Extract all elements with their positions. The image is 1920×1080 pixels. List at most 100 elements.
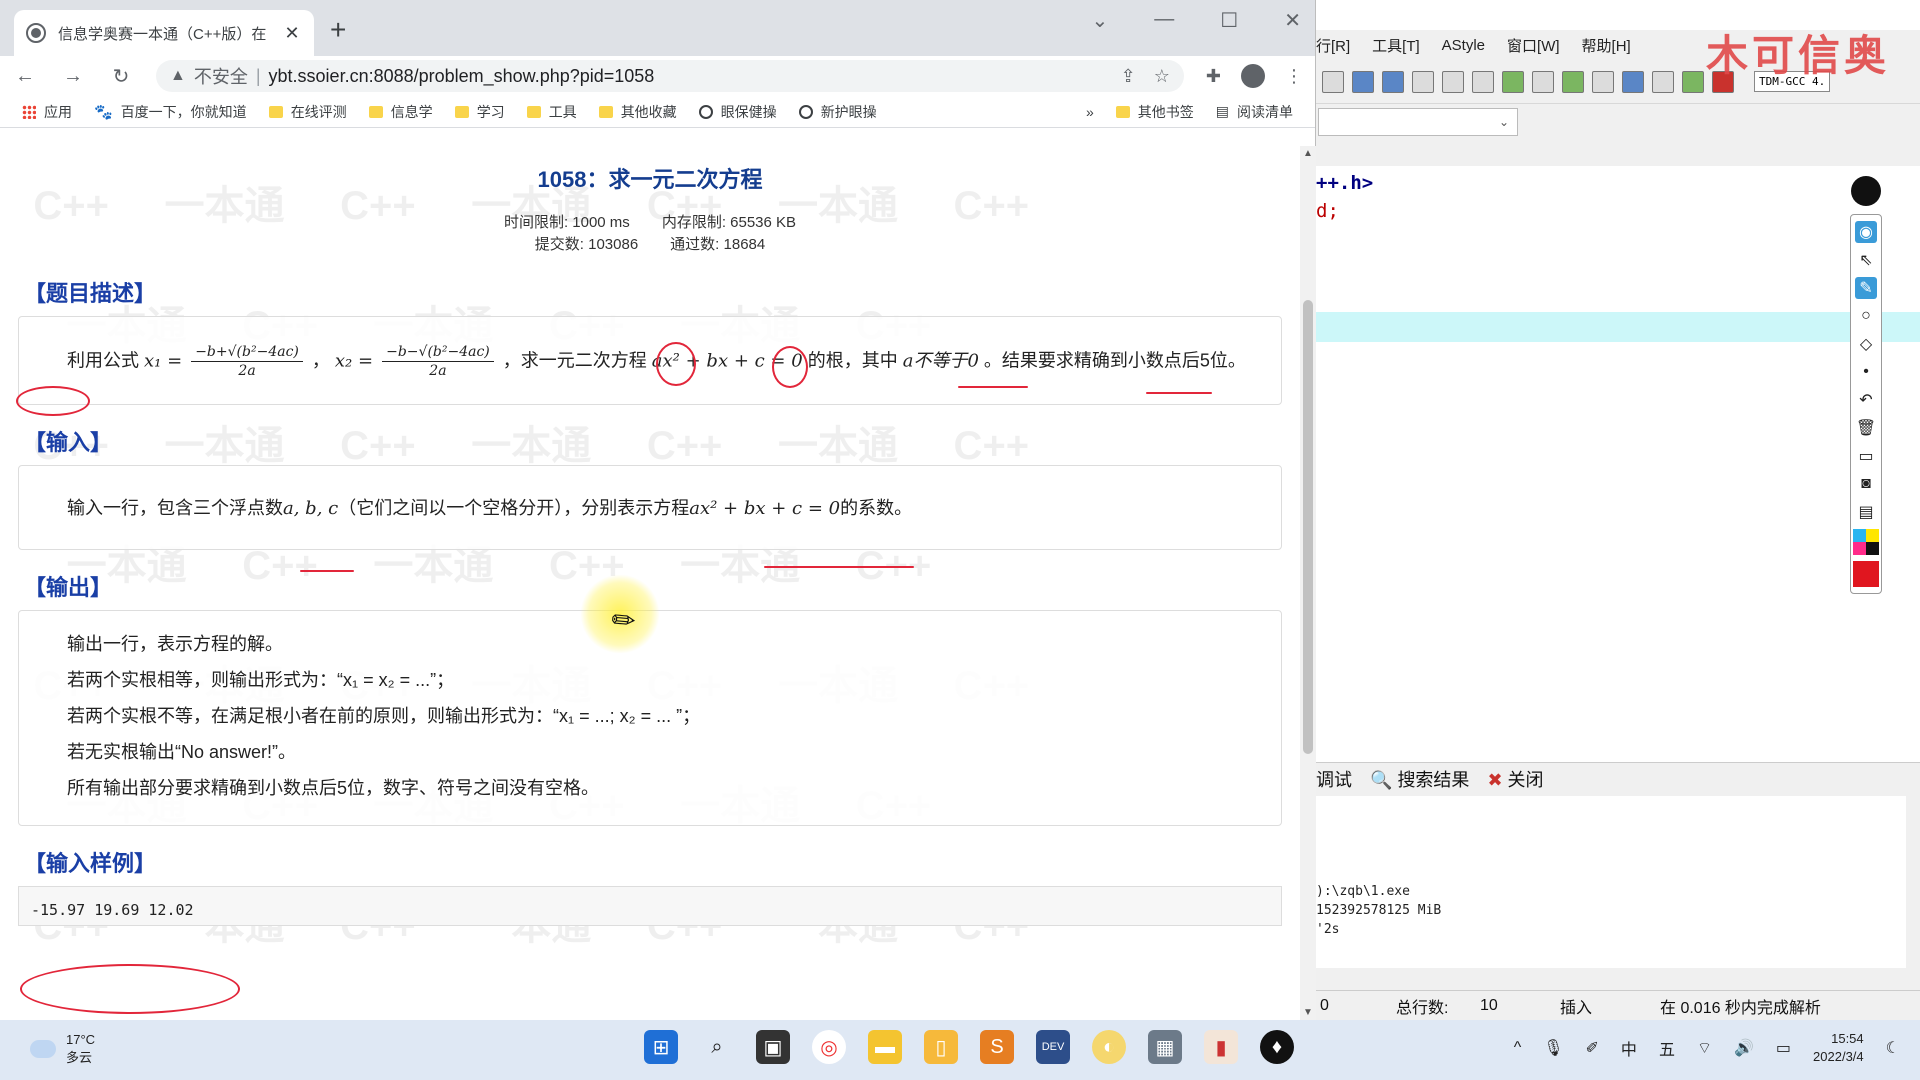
toolbar-layout-icon[interactable] bbox=[1532, 70, 1554, 93]
bookmark-informatics[interactable]: 信息学 bbox=[368, 102, 433, 122]
page-scrollbar[interactable]: ▲ ▼ bbox=[1300, 146, 1316, 1020]
dot-icon[interactable]: • bbox=[1855, 361, 1877, 383]
class-combo[interactable]: ⌄ bbox=[1318, 108, 1518, 136]
section-heading-input: 【输入】 bbox=[24, 430, 113, 455]
scroll-up-icon[interactable]: ▲ bbox=[1303, 148, 1313, 159]
clipboard-icon[interactable]: ▤ bbox=[1855, 501, 1877, 523]
code-editor[interactable]: ++.h> d; bbox=[1316, 166, 1920, 766]
current-color-swatch[interactable] bbox=[1853, 561, 1879, 587]
pen-tray-icon[interactable]: ✐ bbox=[1586, 1038, 1599, 1058]
file-explorer-icon[interactable]: ▬ bbox=[868, 1030, 902, 1064]
bookmark-other-bookmarks[interactable]: 其他书签 bbox=[1115, 102, 1194, 122]
trash-icon[interactable]: 🗑 bbox=[1855, 417, 1877, 439]
bookmarks-bar: 应用 🐾 百度一下，你就知道 在线评测 信息学 学习 工具 其他收藏 眼保健操 新… bbox=[0, 96, 1315, 128]
bookmark-study[interactable]: 学习 bbox=[454, 102, 505, 122]
ime-indicator[interactable]: 中 bbox=[1621, 1036, 1637, 1060]
profile-avatar[interactable] bbox=[1241, 64, 1265, 88]
ppt-app-icon[interactable]: ▮ bbox=[1204, 1030, 1238, 1064]
eraser-icon[interactable]: ◇ bbox=[1855, 333, 1877, 355]
toolbar-forward-icon[interactable] bbox=[1442, 70, 1464, 93]
pen-app-icon[interactable] bbox=[1851, 176, 1881, 206]
scroll-down-icon[interactable]: ▼ bbox=[1303, 1007, 1313, 1018]
clock[interactable]: 15:54 2022/3/4 bbox=[1813, 1030, 1864, 1066]
circle-icon[interactable]: ○ bbox=[1855, 305, 1877, 327]
toolbar-search-icon[interactable] bbox=[1322, 70, 1344, 93]
toolbar-grid-icon[interactable] bbox=[1502, 70, 1524, 93]
sublime-icon[interactable]: S bbox=[980, 1030, 1014, 1064]
chevron-down-icon[interactable]: ⌄ bbox=[1092, 8, 1109, 33]
bookmark-eye-exercise[interactable]: 眼保健操 bbox=[698, 102, 777, 122]
eye-icon[interactable]: ◉ bbox=[1855, 221, 1877, 243]
page-viewport[interactable]: C++ 一本通 C++ 一本通 C++ 一本通 C++ 一本通 C++ 一本通 … bbox=[0, 146, 1316, 1020]
toolbar-stop-icon[interactable] bbox=[1472, 70, 1494, 93]
bookmark-online-judge[interactable]: 在线评测 bbox=[268, 102, 347, 122]
toolbar-window-icon[interactable] bbox=[1382, 70, 1404, 93]
bookmarks-overflow-button[interactable]: » bbox=[1086, 104, 1094, 120]
chrome-icon[interactable]: ◎ bbox=[812, 1030, 846, 1064]
task-view-icon[interactable]: ▣ bbox=[756, 1030, 790, 1064]
pen-icon[interactable]: ✎ bbox=[1855, 277, 1877, 299]
browser-tab[interactable]: 信息学奥赛一本通（C++版）在 ✕ bbox=[14, 10, 314, 56]
compile-log[interactable]: ):\zqb\1.exe 152392578125 MiB '2s bbox=[1316, 796, 1906, 968]
bookmark-other-favorites[interactable]: 其他收藏 bbox=[598, 102, 677, 122]
battery-icon[interactable]: ▭ bbox=[1776, 1038, 1791, 1058]
pen-app-taskbar-icon[interactable]: ♦ bbox=[1260, 1030, 1294, 1064]
notes-app-icon[interactable]: ▯ bbox=[924, 1030, 958, 1064]
microphone-icon[interactable]: 🎙 bbox=[1543, 1038, 1563, 1058]
weather-desc: 多云 bbox=[66, 1050, 93, 1065]
close-icon[interactable]: ✕ bbox=[282, 23, 302, 44]
new-tab-button[interactable]: + bbox=[330, 14, 346, 46]
address-bar[interactable]: ▲ 不安全 | ybt.ssoier.cn:8088/problem_show.… bbox=[156, 60, 1184, 92]
bookmark-label: 信息学 bbox=[390, 103, 433, 120]
reading-list-icon: ▤ bbox=[1215, 103, 1229, 119]
wifi-icon[interactable]: ⌔ bbox=[1697, 1038, 1712, 1058]
forward-button[interactable]: → bbox=[60, 65, 86, 88]
bookmark-label: 工具 bbox=[548, 103, 577, 120]
search-icon[interactable]: ⌕ bbox=[700, 1030, 734, 1064]
board-icon[interactable]: ▭ bbox=[1855, 445, 1877, 467]
back-button[interactable]: ← bbox=[12, 65, 38, 88]
menu-tools[interactable]: 工具[T] bbox=[1372, 35, 1420, 56]
color-palette[interactable] bbox=[1853, 529, 1879, 555]
menu-run[interactable]: 行[R] bbox=[1316, 35, 1350, 56]
lemon-app-icon[interactable]: ◐ bbox=[1092, 1030, 1126, 1064]
toolbar-file-icon[interactable] bbox=[1352, 70, 1374, 93]
maximize-button[interactable]: ☐ bbox=[1220, 8, 1238, 33]
bookmark-apps[interactable]: 应用 bbox=[22, 102, 72, 122]
devcpp-icon[interactable]: DEV bbox=[1036, 1030, 1070, 1064]
undo-icon[interactable]: ↶ bbox=[1855, 389, 1877, 411]
url-text[interactable]: ybt.ssoier.cn:8088/problem_show.php?pid=… bbox=[269, 66, 655, 87]
bookmark-tools[interactable]: 工具 bbox=[526, 102, 577, 122]
reading-list-button[interactable]: ▤ 阅读清单 bbox=[1216, 102, 1293, 122]
close-window-button[interactable]: ✕ bbox=[1284, 8, 1301, 33]
tab-debug[interactable]: 调试 bbox=[1316, 766, 1352, 792]
calculator-icon[interactable]: ▦ bbox=[1148, 1030, 1182, 1064]
share-icon[interactable]: ⇪ bbox=[1121, 66, 1136, 87]
pointer-icon[interactable]: ⇖ bbox=[1855, 249, 1877, 271]
bookmark-new-eye-exercise[interactable]: 新护眼操 bbox=[798, 102, 877, 122]
scrollbar-thumb[interactable] bbox=[1303, 300, 1313, 754]
chevron-up-icon[interactable]: ^ bbox=[1514, 1039, 1522, 1057]
camera-icon[interactable]: ◙ bbox=[1855, 473, 1877, 495]
notification-icon[interactable]: ☾ bbox=[1886, 1038, 1900, 1058]
menu-window[interactable]: 窗口[W] bbox=[1507, 35, 1560, 56]
start-icon[interactable]: ⊞ bbox=[644, 1030, 678, 1064]
weekday-indicator[interactable]: 五 bbox=[1659, 1036, 1675, 1060]
clock-date: 2022/3/4 bbox=[1813, 1049, 1864, 1064]
bookmark-baidu[interactable]: 🐾 百度一下，你就知道 bbox=[94, 102, 247, 122]
toolbar-back-icon[interactable] bbox=[1412, 70, 1434, 93]
reload-button[interactable]: ↻ bbox=[108, 64, 134, 89]
apps-grid-icon bbox=[22, 104, 36, 119]
weather-widget[interactable]: 17°C 多云 bbox=[30, 1032, 95, 1066]
star-icon[interactable]: ☆ bbox=[1154, 66, 1170, 87]
menu-astyle[interactable]: AStyle bbox=[1442, 37, 1485, 54]
volume-icon[interactable]: 🔊 bbox=[1734, 1038, 1754, 1058]
output-line: 若两个实根不等，在满足根小者在前的原则，则输出形式为：“x₁ = ...; x₂… bbox=[67, 706, 701, 726]
menu-icon[interactable]: ⋮ bbox=[1285, 66, 1303, 87]
extensions-icon[interactable]: ✚ bbox=[1206, 66, 1221, 87]
minimize-button[interactable]: — bbox=[1154, 8, 1174, 33]
section-heading-sample-input: 【输入样例】 bbox=[24, 851, 157, 876]
tab-search-results[interactable]: 🔍 搜索结果 bbox=[1370, 766, 1469, 792]
tab-close[interactable]: ✖ 关闭 bbox=[1487, 766, 1543, 792]
warning-icon[interactable]: ▲ bbox=[170, 67, 186, 85]
